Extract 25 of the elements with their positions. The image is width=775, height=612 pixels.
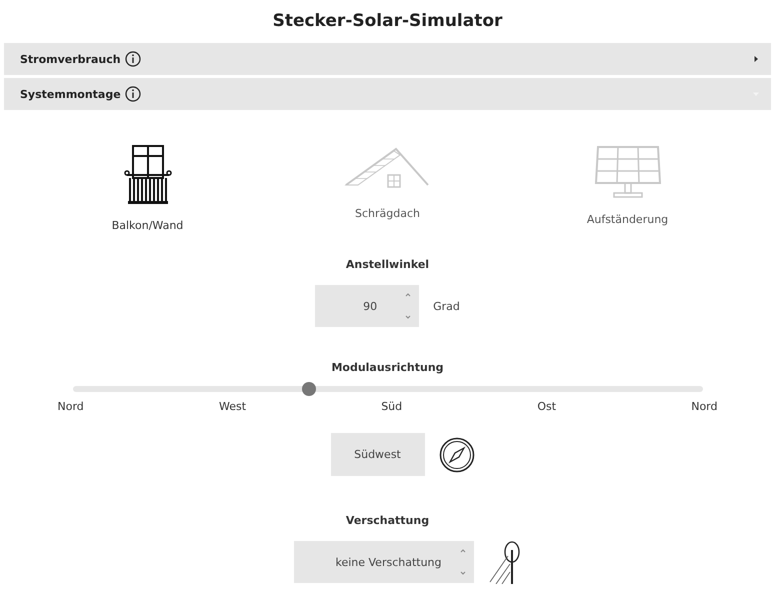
unit-label: Grad bbox=[433, 300, 460, 312]
accordion-header[interactable]: Stromverbrauch bbox=[4, 43, 771, 75]
option-label[interactable]: Schrägdach bbox=[355, 207, 420, 220]
field-label: Modulausrichtung bbox=[331, 361, 444, 374]
slider-tick-label: Süd bbox=[381, 400, 402, 413]
section-title: Stromverbrauch bbox=[20, 52, 121, 66]
field-label: Verschattung bbox=[346, 514, 430, 527]
accordion-header[interactable]: Systemmontage bbox=[4, 78, 771, 110]
direction-value: Südwest bbox=[330, 433, 424, 476]
compass-icon bbox=[438, 436, 474, 472]
option-label[interactable]: Aufständerung bbox=[586, 213, 668, 226]
page-title: Stecker-Solar-Simulator bbox=[272, 11, 502, 31]
field-label: Anstellwinkel bbox=[346, 258, 430, 271]
section-title: Systemmontage bbox=[20, 88, 121, 100]
slider-tick-label: Ost bbox=[537, 400, 556, 413]
option-label[interactable]: Balkon/Wand bbox=[112, 219, 184, 232]
angle-spinner[interactable]: 90 bbox=[315, 285, 420, 327]
slider-tick-label: Nord bbox=[58, 400, 84, 413]
slider-thumb[interactable] bbox=[302, 382, 316, 396]
tree-shade-icon bbox=[488, 540, 522, 584]
info-icon[interactable] bbox=[124, 51, 141, 67]
info-icon[interactable] bbox=[124, 86, 141, 102]
shading-select[interactable]: keine Verschattung bbox=[294, 541, 474, 583]
slider-tick-label: Nord bbox=[691, 400, 718, 413]
slider-tick-label: West bbox=[218, 400, 246, 413]
